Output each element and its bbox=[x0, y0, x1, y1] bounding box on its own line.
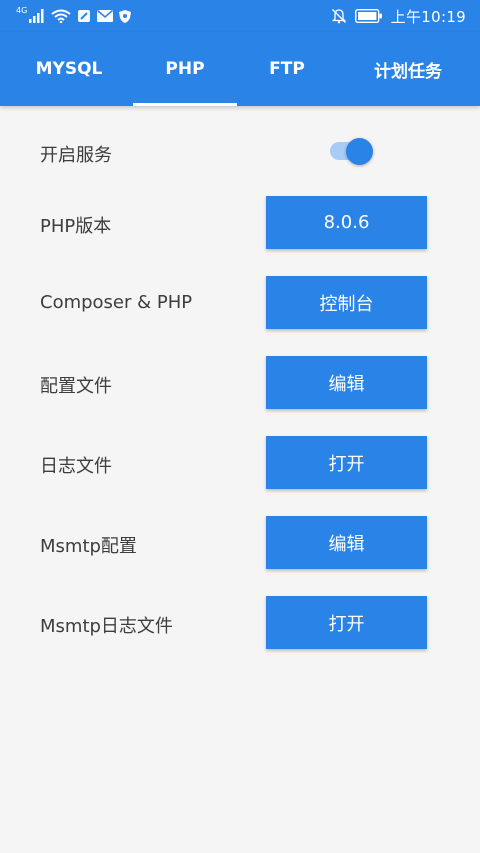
open-log-button[interactable]: 打开 bbox=[266, 436, 427, 489]
tab-ftp[interactable]: FTP bbox=[236, 32, 338, 106]
tab-bar: MYSQL PHP FTP 计划任务 bbox=[0, 32, 480, 106]
log-file-label: 日志文件 bbox=[40, 456, 112, 477]
status-bar: 4G 上午10:19 bbox=[0, 0, 480, 32]
clock: 上午10:19 bbox=[390, 7, 466, 26]
service-toggle[interactable] bbox=[330, 138, 376, 166]
network-type-label: 4G bbox=[16, 6, 28, 15]
composer-label: Composer & PHP bbox=[40, 292, 193, 313]
msmtp-config-label: Msmtp配置 bbox=[40, 536, 137, 557]
php-version-label: PHP版本 bbox=[40, 216, 112, 237]
wifi-icon bbox=[51, 9, 71, 23]
status-right-icons: 上午10:19 bbox=[331, 5, 466, 27]
mute-bell-icon bbox=[331, 9, 346, 24]
config-file-label: 配置文件 bbox=[40, 376, 112, 397]
signal-icon bbox=[29, 9, 44, 23]
tab-cron-tasks[interactable]: 计划任务 bbox=[350, 32, 466, 106]
php-version-button[interactable]: 8.0.6 bbox=[266, 196, 427, 249]
toggle-thumb bbox=[346, 138, 373, 165]
msmtp-log-label: Msmtp日志文件 bbox=[40, 616, 173, 637]
service-label: 开启服务 bbox=[40, 145, 112, 166]
edit-msmtp-config-button[interactable]: 编辑 bbox=[266, 516, 427, 569]
tab-php[interactable]: PHP bbox=[133, 32, 237, 106]
status-left-icons: 4G bbox=[16, 5, 132, 27]
shield-icon bbox=[119, 9, 132, 23]
edit-config-button[interactable]: 编辑 bbox=[266, 356, 427, 409]
console-button[interactable]: 控制台 bbox=[266, 276, 427, 329]
open-msmtp-log-button[interactable]: 打开 bbox=[266, 596, 427, 649]
battery-icon bbox=[354, 9, 382, 23]
tab-mysql[interactable]: MYSQL bbox=[14, 32, 124, 106]
selected-tab-indicator bbox=[133, 103, 237, 106]
notification-app-icon bbox=[78, 10, 91, 22]
mail-icon bbox=[97, 10, 114, 22]
